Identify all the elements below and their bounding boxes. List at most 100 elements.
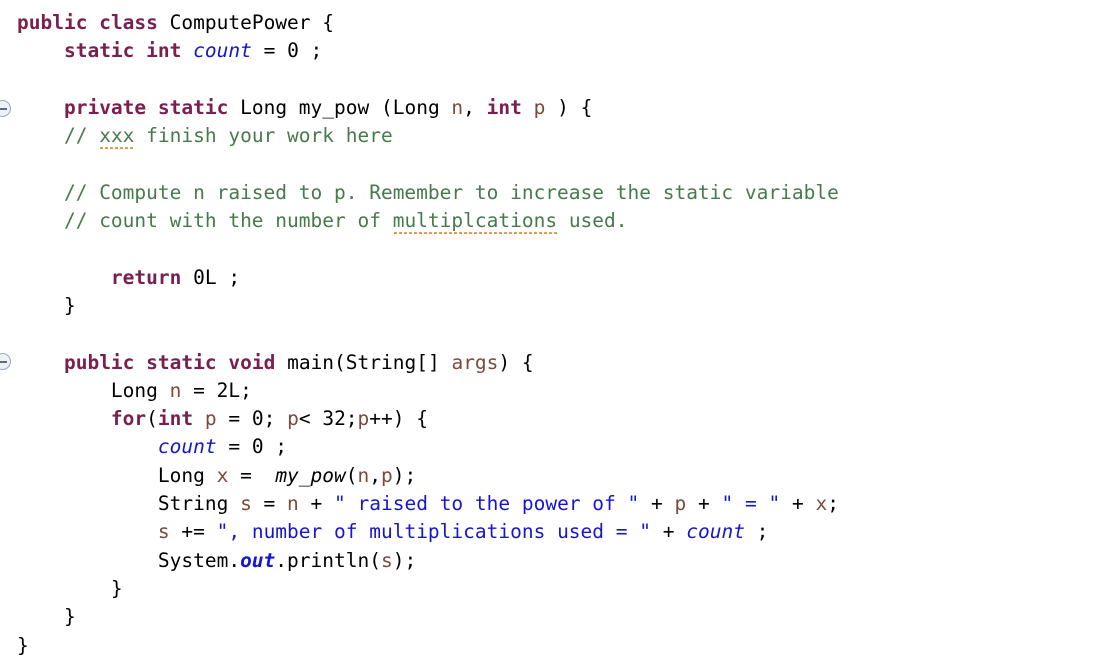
code-line: public static void main(String[] args) {	[17, 349, 839, 377]
code-token: +	[298, 492, 335, 516]
code-token: );	[392, 548, 417, 572]
code-token: +	[639, 492, 675, 516]
code-token: Long	[17, 463, 217, 487]
code-line: public class ComputePower {	[17, 9, 839, 37]
code-token: Long my_pow (Long	[228, 95, 452, 119]
code-token: s	[380, 548, 393, 572]
code-token: ", number of multiplications used = "	[216, 520, 651, 544]
code-token: x	[815, 492, 828, 516]
collapse-minus-icon[interactable]	[0, 100, 11, 117]
code-token: +	[686, 492, 722, 516]
code-line: }	[17, 603, 839, 631]
code-token: args	[451, 350, 499, 374]
code-token: public	[17, 11, 88, 34]
code-token: static	[146, 350, 217, 374]
code-token: // count with the number of	[63, 209, 393, 233]
code-token: //	[63, 124, 100, 148]
code-token: =	[228, 463, 276, 487]
code-editor[interactable]: public class ComputePower { static int c…	[0, 0, 1103, 664]
code-token: int	[157, 407, 194, 431]
code-token: (	[345, 463, 358, 487]
code-token: ComputePower {	[157, 11, 335, 34]
code-token: n	[451, 95, 464, 119]
collapse-minus-icon[interactable]	[0, 353, 11, 370]
code-token: =	[251, 492, 288, 516]
code-line: // count with the number of multiplcatio…	[17, 207, 839, 235]
code-token: multiplcations	[392, 209, 558, 233]
code-token: 0L ;	[181, 265, 241, 289]
code-token: p	[381, 463, 393, 487]
code-token: String	[17, 492, 241, 516]
code-token: n	[169, 378, 182, 402]
code-line: }	[17, 575, 839, 603]
code-token: +	[780, 492, 816, 516]
code-line: count = 0 ;	[17, 433, 839, 461]
code-token: }	[17, 633, 29, 657]
code-token: p	[674, 492, 687, 516]
code-token: // Compute n raised to p. Remember to in…	[63, 180, 839, 204]
code-token: ;	[827, 492, 839, 516]
code-token: for	[110, 407, 147, 431]
code-token: n	[287, 492, 299, 516]
code-token: = 0 ;	[216, 435, 288, 459]
code-token: = 2L;	[181, 378, 252, 402]
code-token: Long	[17, 378, 170, 402]
code-token: );	[392, 463, 417, 487]
code-line: }	[17, 292, 839, 320]
code-line: System.out.println(s);	[17, 547, 839, 575]
code-line: // xxx finish your work here	[17, 122, 839, 150]
code-token: p	[204, 407, 217, 431]
code-line: // Compute n raised to p. Remember to in…	[17, 179, 839, 207]
code-token: main(String[]	[275, 350, 452, 374]
code-line: static int count = 0 ;	[17, 37, 839, 65]
code-token: x	[216, 463, 229, 487]
code-token: .println(	[275, 548, 381, 572]
code-token: finish your work here	[134, 124, 393, 148]
code-token: n	[357, 463, 370, 487]
code-token: " raised to the power of "	[334, 492, 640, 516]
code-token: ++) {	[369, 407, 428, 431]
code-line: for(int p = 0; p< 32;p++) {	[17, 405, 839, 433]
code-line: s += ", number of multiplications used =…	[17, 518, 839, 546]
code-token: int	[146, 39, 182, 63]
code-token: s	[157, 520, 170, 544]
code-token: out	[240, 548, 276, 572]
code-token: < 32;	[298, 407, 358, 431]
code-token: int	[486, 95, 522, 119]
code-token: = 0;	[216, 407, 288, 431]
code-token: }	[17, 576, 123, 600]
code-token: private	[63, 95, 147, 119]
code-token: ) {	[545, 95, 593, 119]
code-line: Long x = my_pow(n,p);	[17, 462, 839, 490]
code-token: s	[240, 492, 252, 516]
code-token: void	[228, 350, 276, 374]
code-line: Long n = 2L;	[17, 377, 839, 405]
code-token: static	[63, 39, 135, 63]
code-token: (	[146, 407, 158, 431]
code-token: p	[533, 95, 546, 119]
code-token: System.	[17, 548, 241, 572]
code-token: +	[651, 520, 687, 544]
code-text-area[interactable]: public class ComputePower { static int c…	[17, 9, 839, 660]
code-token: static	[157, 95, 229, 119]
code-token: return	[110, 265, 182, 289]
code-token: count	[157, 435, 217, 459]
code-token: my_pow	[275, 463, 346, 487]
